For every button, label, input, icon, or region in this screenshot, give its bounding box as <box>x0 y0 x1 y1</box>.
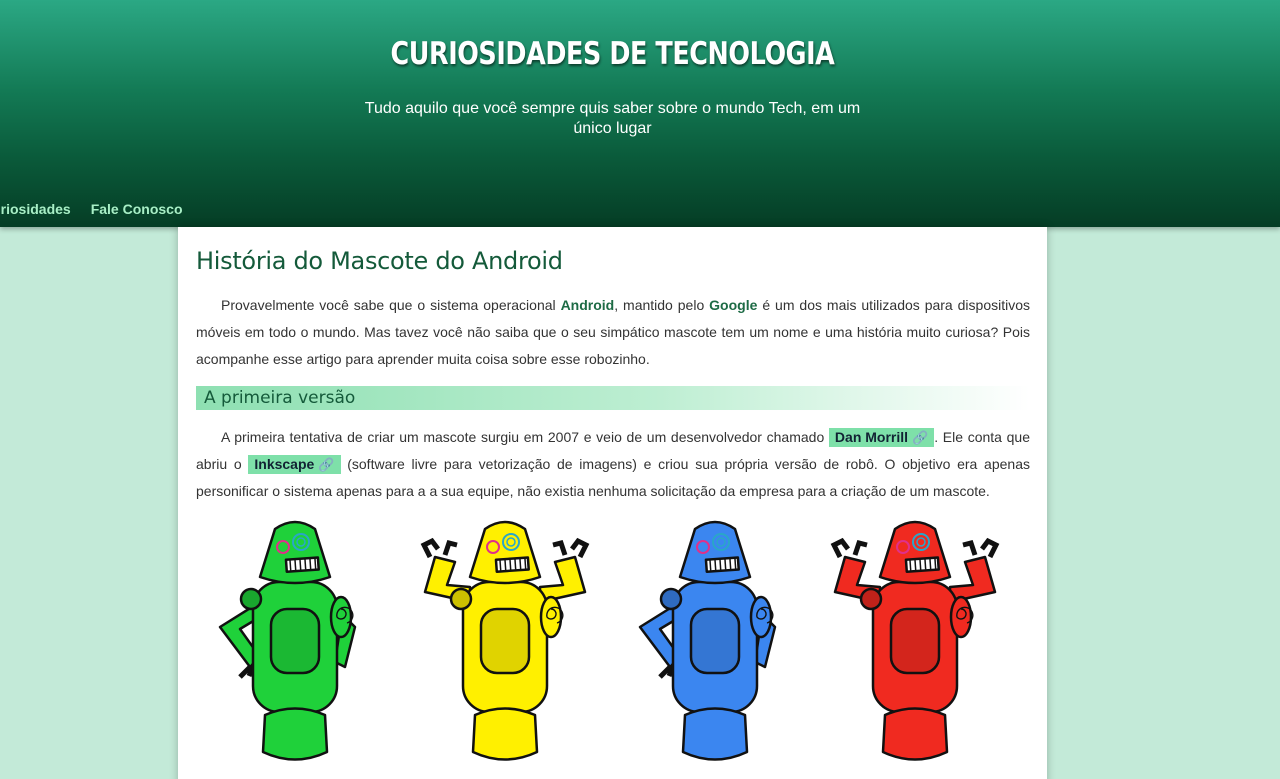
yellow-robot <box>420 520 590 761</box>
paperclip-icon: 🔗 <box>912 430 929 445</box>
android-highlight: Android <box>560 297 615 313</box>
article-content: História do Mascote do Android Provavelm… <box>178 227 1047 779</box>
site-subtitle: Tudo aquilo que você sempre quis saber s… <box>364 100 861 137</box>
mascot-illustration <box>218 520 1000 761</box>
article-title: História do Mascote do Android <box>196 247 563 275</box>
green-robot <box>218 520 357 761</box>
site-header: CURIOSIDADES DE TECNOLOGIA Tudo aquilo q… <box>0 0 1280 227</box>
site-title: CURIOSIDADES DE TECNOLOGIA <box>390 36 835 72</box>
inkscape-link[interactable]: Inkscape 🔗 <box>248 455 341 474</box>
dan-morrill-link[interactable]: Dan Morrill 🔗 <box>828 428 935 447</box>
section-paragraph: A primeira tentativa de criar um mascote… <box>196 428 1030 499</box>
google-highlight: Google <box>709 297 758 313</box>
nav-link-fale-conosco[interactable]: Fale Conosco <box>91 201 183 221</box>
red-robot <box>830 520 1000 761</box>
intro-paragraph: Provavelmente você sabe que o sistema op… <box>196 297 1031 367</box>
blue-robot <box>638 520 777 761</box>
paperclip-icon: 🔗 <box>318 457 335 472</box>
nav-link-curiosidades[interactable]: Curiosidades <box>0 201 71 221</box>
section-title: A primeira versão <box>196 386 1030 410</box>
main-nav: Curiosidades Fale Conosco <box>0 201 183 221</box>
